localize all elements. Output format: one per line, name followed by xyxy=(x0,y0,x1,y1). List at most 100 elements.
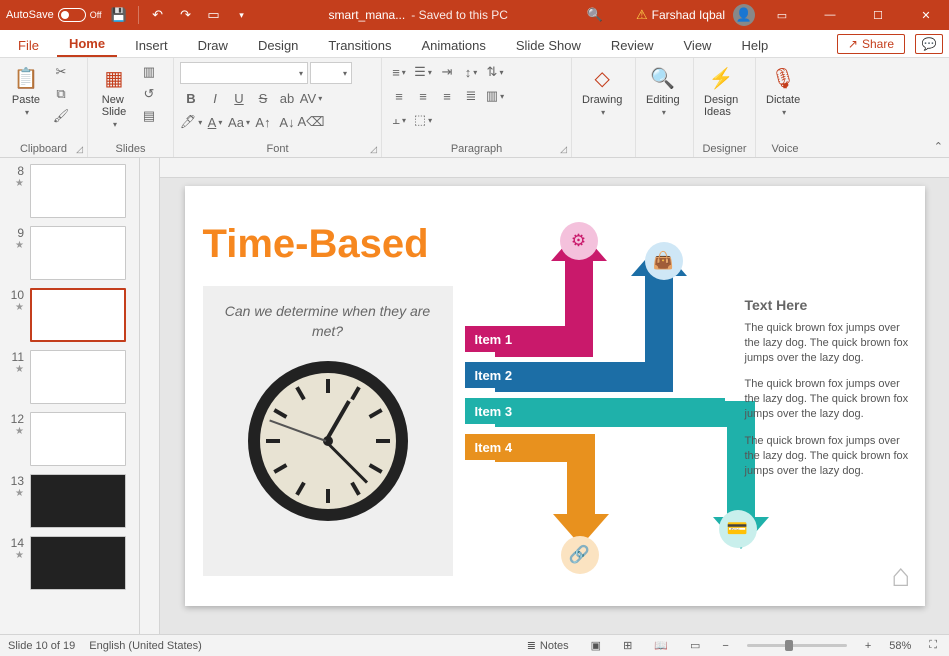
tab-review[interactable]: Review xyxy=(599,34,666,57)
minimize-button[interactable]: — xyxy=(807,0,853,30)
item-bar-1[interactable]: Item 1 xyxy=(465,326,565,352)
tab-help[interactable]: Help xyxy=(729,34,780,57)
autosave-toggle[interactable]: AutoSave Off xyxy=(6,8,102,22)
dictate-button[interactable]: 🎙 Dictate▾ xyxy=(762,62,804,119)
item-bar-4[interactable]: Item 4 xyxy=(465,434,595,460)
tab-slideshow[interactable]: Slide Show xyxy=(504,34,593,57)
item-bar-2[interactable]: Item 2 xyxy=(465,362,645,388)
undo-icon[interactable]: ↶ xyxy=(147,4,169,26)
slide[interactable]: Time-Based Can we determine when they ar… xyxy=(185,186,925,606)
slide-title[interactable]: Time-Based xyxy=(203,222,429,267)
slideshow-start-icon[interactable]: ▭ xyxy=(203,4,225,26)
slideshow-view-icon[interactable]: ▭ xyxy=(686,639,704,652)
align-left-button[interactable]: ≡ xyxy=(388,86,410,106)
tab-draw[interactable]: Draw xyxy=(186,34,240,57)
copy-icon[interactable]: ⧉ xyxy=(50,84,72,104)
bag-icon[interactable]: 👜 xyxy=(645,242,683,280)
slide-thumbnail[interactable]: 11★ xyxy=(0,344,139,406)
numbering-button[interactable]: ☰▾ xyxy=(412,62,434,82)
design-ideas-button[interactable]: ⚡ Design Ideas xyxy=(700,62,742,120)
maximize-button[interactable]: ☐ xyxy=(855,0,901,30)
paste-button[interactable]: 📋 Paste▾ xyxy=(6,62,46,119)
share-button[interactable]: ↗Share xyxy=(837,34,905,54)
item-bars[interactable]: Item 1 Item 2 Item 3 Item 4 xyxy=(465,326,725,470)
tab-home[interactable]: Home xyxy=(57,32,117,57)
slide-subpanel[interactable]: Can we determine when they are met? xyxy=(203,286,453,576)
text-para-3[interactable]: The quick brown fox jumps over the lazy … xyxy=(745,434,915,479)
search-icon[interactable]: 🔍 xyxy=(584,4,606,26)
char-spacing-button[interactable]: AV▾ xyxy=(300,88,322,108)
comments-button[interactable]: 💬 xyxy=(915,34,943,54)
list-level-button[interactable]: ⇥ xyxy=(436,62,458,82)
zoom-value[interactable]: 58% xyxy=(889,640,911,652)
justify-button[interactable]: ≣ xyxy=(460,86,482,106)
slide-position[interactable]: Slide 10 of 19 xyxy=(8,640,75,652)
section-icon[interactable]: ▤ xyxy=(138,106,160,126)
clock-graphic[interactable] xyxy=(248,361,408,521)
tab-view[interactable]: View xyxy=(672,34,724,57)
line-spacing-button[interactable]: ↕▾ xyxy=(460,62,482,82)
language-status[interactable]: English (United States) xyxy=(89,640,202,652)
font-size-select[interactable]: ▾ xyxy=(310,62,352,84)
qat-more-icon[interactable]: ▾ xyxy=(231,4,253,26)
card-icon[interactable]: 💳 xyxy=(719,510,757,548)
slide-thumbnail[interactable]: 9★ xyxy=(0,220,139,282)
slide-question[interactable]: Can we determine when they are met? xyxy=(223,302,433,341)
text-heading[interactable]: Text Here xyxy=(745,296,915,315)
clear-format-button[interactable]: A⌫ xyxy=(300,112,322,132)
layout-icon[interactable]: ▥ xyxy=(138,62,160,82)
fit-window-icon[interactable]: ⛶ xyxy=(925,639,941,652)
zoom-out-button[interactable]: − xyxy=(718,640,732,652)
slide-thumbnail[interactable]: 14★ xyxy=(0,530,139,592)
format-painter-icon[interactable]: 🖌 xyxy=(50,106,72,126)
font-family-select[interactable]: ▾ xyxy=(180,62,308,84)
text-para-1[interactable]: The quick brown fox jumps over the lazy … xyxy=(745,321,915,366)
sliders-icon[interactable]: ⚙ xyxy=(560,222,598,260)
strike-button[interactable]: S xyxy=(252,88,274,108)
tab-transitions[interactable]: Transitions xyxy=(316,34,403,57)
editing-button[interactable]: 🔍 Editing▾ xyxy=(642,62,684,119)
text-para-2[interactable]: The quick brown fox jumps over the lazy … xyxy=(745,377,915,422)
shrink-font-button[interactable]: A↓ xyxy=(276,112,298,132)
grow-font-button[interactable]: A↑ xyxy=(252,112,274,132)
highlight-button[interactable]: A▾ xyxy=(204,112,226,132)
collapse-ribbon-icon[interactable]: ⌃ xyxy=(934,140,943,153)
align-center-button[interactable]: ≡ xyxy=(412,86,434,106)
smartart-button[interactable]: ⬚▾ xyxy=(412,110,434,130)
link-icon[interactable]: 🔗 xyxy=(561,536,599,574)
notes-button[interactable]: ≣Notes xyxy=(523,639,573,652)
tab-design[interactable]: Design xyxy=(246,34,310,57)
normal-view-icon[interactable]: ▣ xyxy=(587,639,605,652)
bold-button[interactable]: B xyxy=(180,88,202,108)
slide-thumbnail[interactable]: 8★ xyxy=(0,158,139,220)
font-color-button[interactable]: 🖊▾ xyxy=(180,112,202,132)
slide-text-block[interactable]: Text Here The quick brown fox jumps over… xyxy=(745,296,915,490)
reset-icon[interactable]: ↺ xyxy=(138,84,160,104)
tab-file[interactable]: File xyxy=(6,34,51,57)
align-right-button[interactable]: ≡ xyxy=(436,86,458,106)
slide-thumbnail[interactable]: 12★ xyxy=(0,406,139,468)
italic-button[interactable]: I xyxy=(204,88,226,108)
columns-button[interactable]: ▥▾ xyxy=(484,86,506,106)
bullets-button[interactable]: ≡▾ xyxy=(388,62,410,82)
cut-icon[interactable]: ✂ xyxy=(50,62,72,82)
slide-thumbnail-panel[interactable]: 8★9★10★11★12★13★14★ xyxy=(0,158,140,634)
save-icon[interactable]: 💾 xyxy=(108,4,130,26)
text-direction-button[interactable]: ⇅▾ xyxy=(484,62,506,82)
item-bar-3[interactable]: Item 3 xyxy=(465,398,725,424)
new-slide-button[interactable]: ▦ New Slide▾ xyxy=(94,62,134,131)
drawing-button[interactable]: ◇ Drawing▾ xyxy=(578,62,626,119)
reading-view-icon[interactable]: 📖 xyxy=(650,639,672,652)
user-avatar[interactable]: 👤 xyxy=(733,4,755,26)
slide-thumbnail[interactable]: 10★ xyxy=(0,282,139,344)
zoom-slider[interactable] xyxy=(747,644,847,647)
tab-insert[interactable]: Insert xyxy=(123,34,180,57)
shadow-button[interactable]: ab xyxy=(276,88,298,108)
underline-button[interactable]: U xyxy=(228,88,250,108)
sorter-view-icon[interactable]: ⊞ xyxy=(619,639,636,652)
slide-canvas-area[interactable]: Time-Based Can we determine when they ar… xyxy=(160,178,949,634)
change-case-button[interactable]: Aa▾ xyxy=(228,112,250,132)
tab-animations[interactable]: Animations xyxy=(410,34,498,57)
ribbon-options-icon[interactable]: ▭ xyxy=(759,0,805,30)
zoom-in-button[interactable]: + xyxy=(861,640,875,652)
